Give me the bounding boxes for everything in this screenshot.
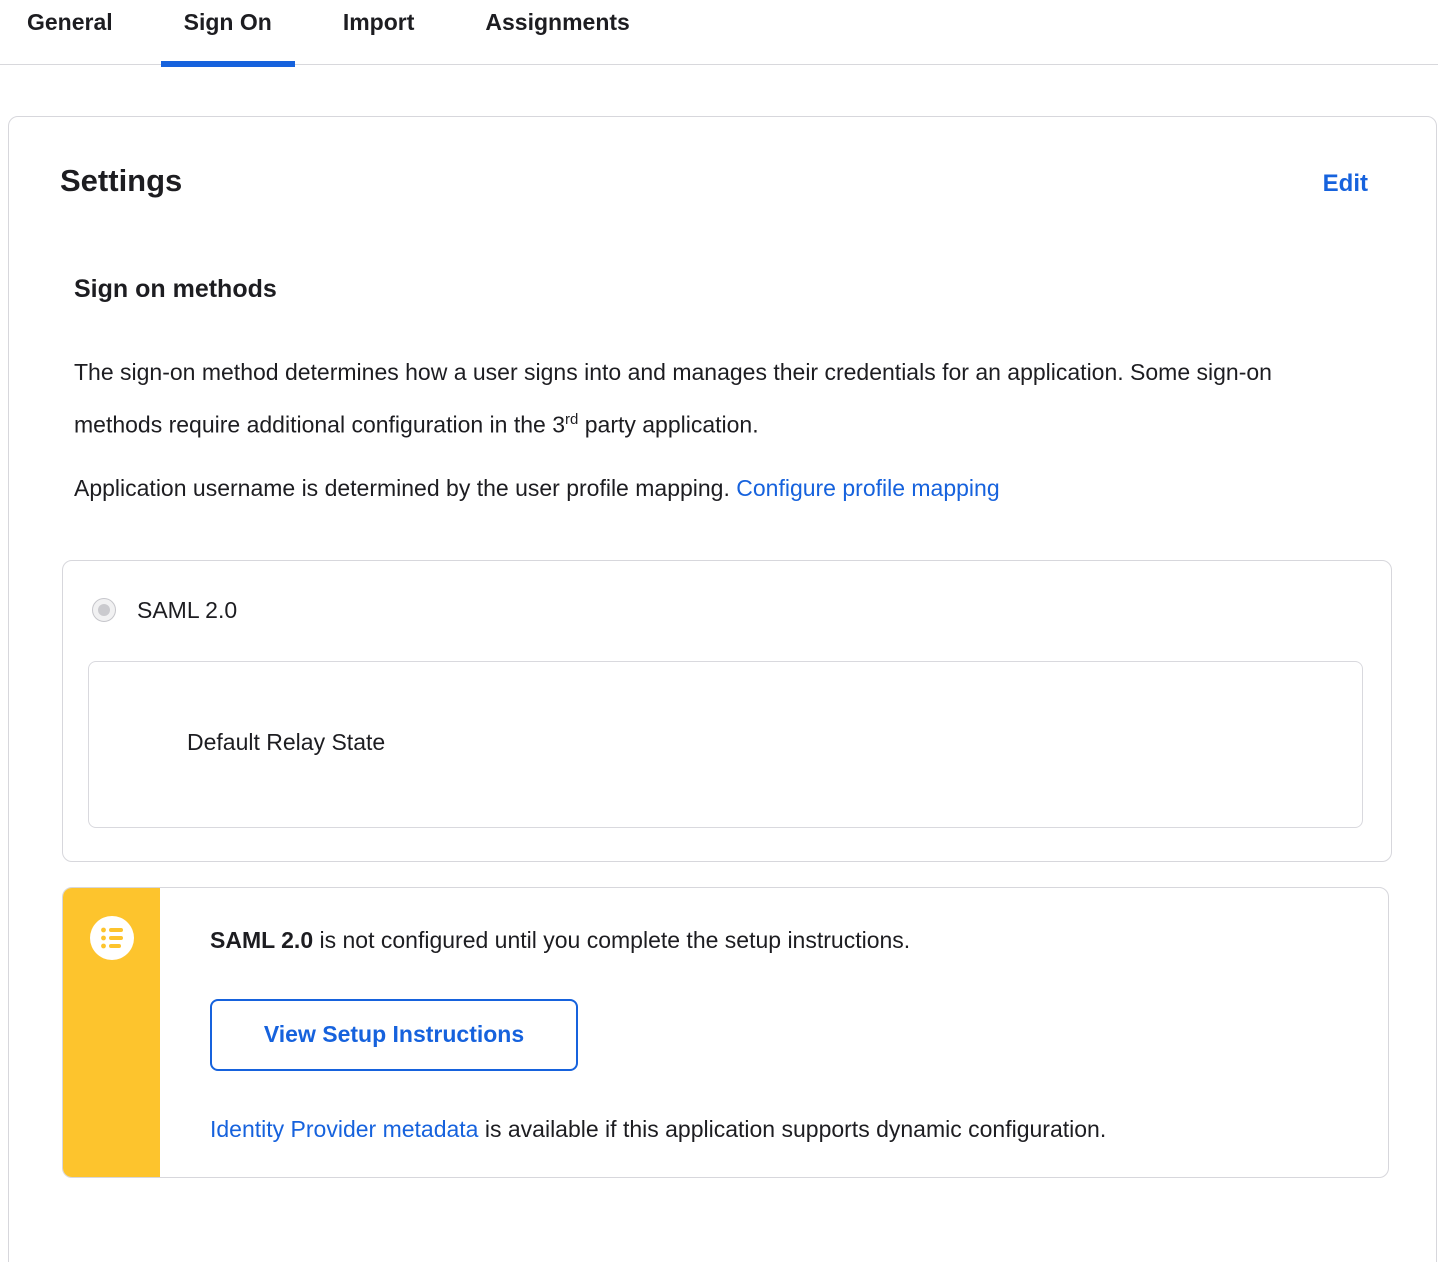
configure-profile-mapping-link[interactable]: Configure profile mapping xyxy=(736,475,999,501)
saml-method-box: SAML 2.0 Default Relay State xyxy=(62,559,1392,862)
settings-card-body: Sign on methods The sign-on method deter… xyxy=(9,275,1436,1178)
metadata-line-rest: is available if this application support… xyxy=(478,1115,1107,1142)
identity-provider-metadata-link[interactable]: Identity Provider metadata xyxy=(210,1116,478,1142)
tab-import[interactable]: Import xyxy=(343,0,415,64)
saml-radio-button[interactable] xyxy=(92,598,116,623)
bullet-list-icon xyxy=(89,915,134,960)
metadata-line: Identity Provider metadata is available … xyxy=(210,1114,1348,1144)
username-note: Application username is determined by th… xyxy=(74,473,1392,503)
callout-message: SAML 2.0 is not configured until you com… xyxy=(210,925,1348,955)
settings-card-header: Settings Edit xyxy=(9,117,1436,199)
settings-card: Settings Edit Sign on methods The sign-o… xyxy=(8,116,1437,1262)
callout-message-bold: SAML 2.0 xyxy=(210,926,314,953)
tab-general[interactable]: General xyxy=(27,0,113,64)
edit-link[interactable]: Edit xyxy=(1323,170,1368,198)
tab-sign-on[interactable]: Sign On xyxy=(160,0,296,67)
callout-warning-stripe xyxy=(63,887,160,1177)
saml-radio-row: SAML 2.0 xyxy=(63,597,1391,624)
tab-assignments[interactable]: Assignments xyxy=(485,0,629,64)
username-note-text: Application username is determined by th… xyxy=(74,474,737,501)
description-superscript: rd xyxy=(565,411,579,428)
saml-settings-panel: Default Relay State xyxy=(88,660,1363,828)
callout-message-rest: is not configured until you complete the… xyxy=(313,926,911,953)
sign-on-methods-title: Sign on methods xyxy=(74,275,277,303)
app-tabbar: General Sign On Import Assignments xyxy=(0,0,1438,67)
view-setup-instructions-button[interactable]: View Setup Instructions xyxy=(210,998,578,1071)
callout-content: SAML 2.0 is not configured until you com… xyxy=(160,888,1388,1177)
setup-warning-callout: SAML 2.0 is not configured until you com… xyxy=(62,886,1389,1178)
saml-radio-label: SAML 2.0 xyxy=(137,596,238,623)
description-part2: party application. xyxy=(578,411,759,438)
page-title: Settings xyxy=(60,163,183,198)
sign-on-methods-description: The sign-on method determines how a user… xyxy=(74,348,1314,449)
default-relay-state-label: Default Relay State xyxy=(187,728,386,755)
